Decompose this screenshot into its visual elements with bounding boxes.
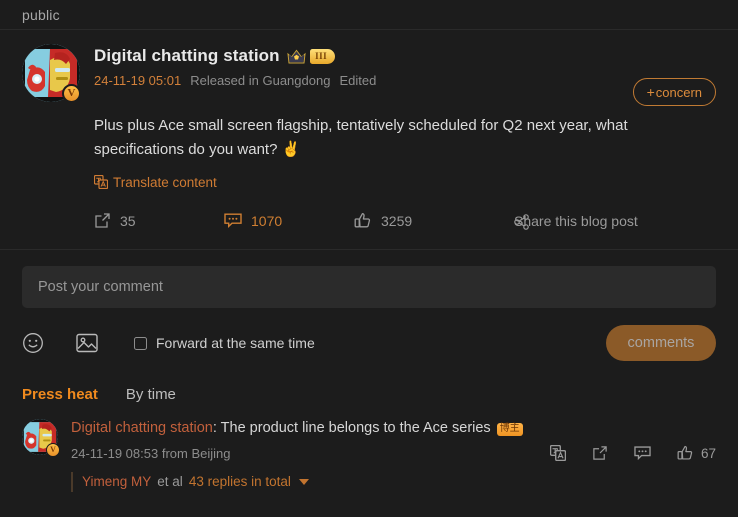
follow-button[interactable]: + concern <box>632 78 716 106</box>
image-icon[interactable] <box>76 333 98 353</box>
share-icon <box>592 445 608 461</box>
tab-by-time[interactable]: By time <box>126 386 176 403</box>
crown-icon <box>286 48 306 65</box>
comment-separator: : <box>212 420 221 436</box>
comment-reply-action[interactable] <box>634 445 651 461</box>
author-avatar-wrapper[interactable]: V <box>22 44 81 103</box>
post-action-bar: 35 1070 3259 Share this blog post <box>94 212 716 230</box>
composer-toolbar: Forward at the same time comments <box>22 325 716 361</box>
visibility-label: public <box>22 6 60 23</box>
comment-timestamp: 24-11-19 08:53 <box>71 445 159 461</box>
level-badge: III <box>309 48 335 64</box>
post-author-name[interactable]: Digital chatting station <box>94 46 280 66</box>
share-blog-post-label: Share this blog post <box>514 212 638 229</box>
chevron-down-icon[interactable] <box>298 478 309 485</box>
post-timestamp: 24-11-19 05:01 <box>94 73 182 88</box>
post-like-action[interactable]: 3259 <box>354 212 514 229</box>
post-comment-action[interactable]: 1070 <box>224 212 354 229</box>
comment-avatar-wrapper[interactable]: V <box>22 419 60 457</box>
post-author-meta: Digital chatting station III 24-11-19 05… <box>94 44 716 88</box>
forward-label: Forward at the same time <box>156 335 315 351</box>
weibo-post-page: public V Digital chatting station III 24… <box>0 0 738 517</box>
comment-source: from Beijing <box>161 445 231 461</box>
post-share-action[interactable]: 35 <box>94 212 224 229</box>
post-comment-count: 1070 <box>251 212 283 229</box>
reply-etal-label: et al <box>157 474 183 490</box>
comment-verified-badge-icon: V <box>46 443 60 457</box>
post-location: Released in Guangdong <box>190 73 331 88</box>
author-name-row: Digital chatting station III <box>94 46 716 66</box>
post-like-count: 3259 <box>381 212 413 229</box>
reply-count-label[interactable]: 43 replies in total <box>189 474 291 489</box>
share-nodes-icon <box>514 213 530 230</box>
comment-share-action[interactable] <box>592 445 608 461</box>
comment-like-action[interactable]: 67 <box>677 445 716 461</box>
submit-comment-button[interactable]: comments <box>606 325 716 361</box>
plus-icon: + <box>646 84 655 100</box>
post-card: V Digital chatting station III 24-11-19 … <box>0 30 738 250</box>
comment-text: The product line belongs to the Ace seri… <box>220 420 491 436</box>
comment-like-count: 67 <box>700 445 716 461</box>
thumbs-up-icon <box>677 445 694 461</box>
comment-translate-action[interactable] <box>549 445 566 461</box>
victory-hand-emoji: ✌ <box>281 141 301 159</box>
verified-badge-icon: V <box>62 84 81 103</box>
post-text: Plus plus Ace small screen flagship, ten… <box>94 114 714 163</box>
comment-sort-tabs: Press heat By time <box>22 383 716 405</box>
translate-label: Translate content <box>113 174 217 190</box>
visibility-bar: public <box>0 0 738 30</box>
post-text-content: Plus plus Ace small screen flagship, ten… <box>94 117 628 159</box>
post-share-count: 35 <box>120 212 136 229</box>
thumbs-up-icon <box>354 212 372 229</box>
comment-text-row: Digital chatting station: The product li… <box>71 419 716 439</box>
comment-icon <box>224 212 242 229</box>
post-body: Plus plus Ace small screen flagship, ten… <box>94 114 716 194</box>
post-header: V Digital chatting station III 24-11-19 … <box>22 44 716 103</box>
tab-press-heat[interactable]: Press heat <box>22 386 98 403</box>
translate-icon <box>549 445 566 461</box>
owner-badge: 博主 <box>496 423 523 436</box>
forward-checkbox-row[interactable]: Forward at the same time <box>134 335 315 351</box>
comment-author-name[interactable]: Digital chatting station <box>71 420 213 436</box>
reply-author-name[interactable]: Yimeng MY <box>82 474 151 489</box>
comment-item: V Digital chatting station: The product … <box>22 419 716 461</box>
forward-checkbox[interactable] <box>134 336 147 350</box>
comment-action-bar: 67 <box>549 445 716 461</box>
post-edited-flag: Edited <box>339 73 377 88</box>
post-meta-row: 24-11-19 05:01 Released in Guangdong Edi… <box>94 73 716 88</box>
replies-summary-row[interactable]: Yimeng MY et al 43 replies in total <box>71 471 716 492</box>
smiley-icon[interactable] <box>22 332 44 354</box>
share-blog-post-action[interactable]: Share this blog post <box>514 212 638 230</box>
translate-content-link[interactable]: Translate content <box>94 175 217 190</box>
comment-icon <box>634 445 651 461</box>
translate-icon <box>94 175 108 190</box>
share-icon <box>94 212 111 229</box>
follow-button-label: concern <box>655 84 702 100</box>
comment-input-box[interactable] <box>22 266 716 308</box>
comment-composer: Forward at the same time comments <box>0 250 738 361</box>
comment-input[interactable] <box>38 279 700 295</box>
